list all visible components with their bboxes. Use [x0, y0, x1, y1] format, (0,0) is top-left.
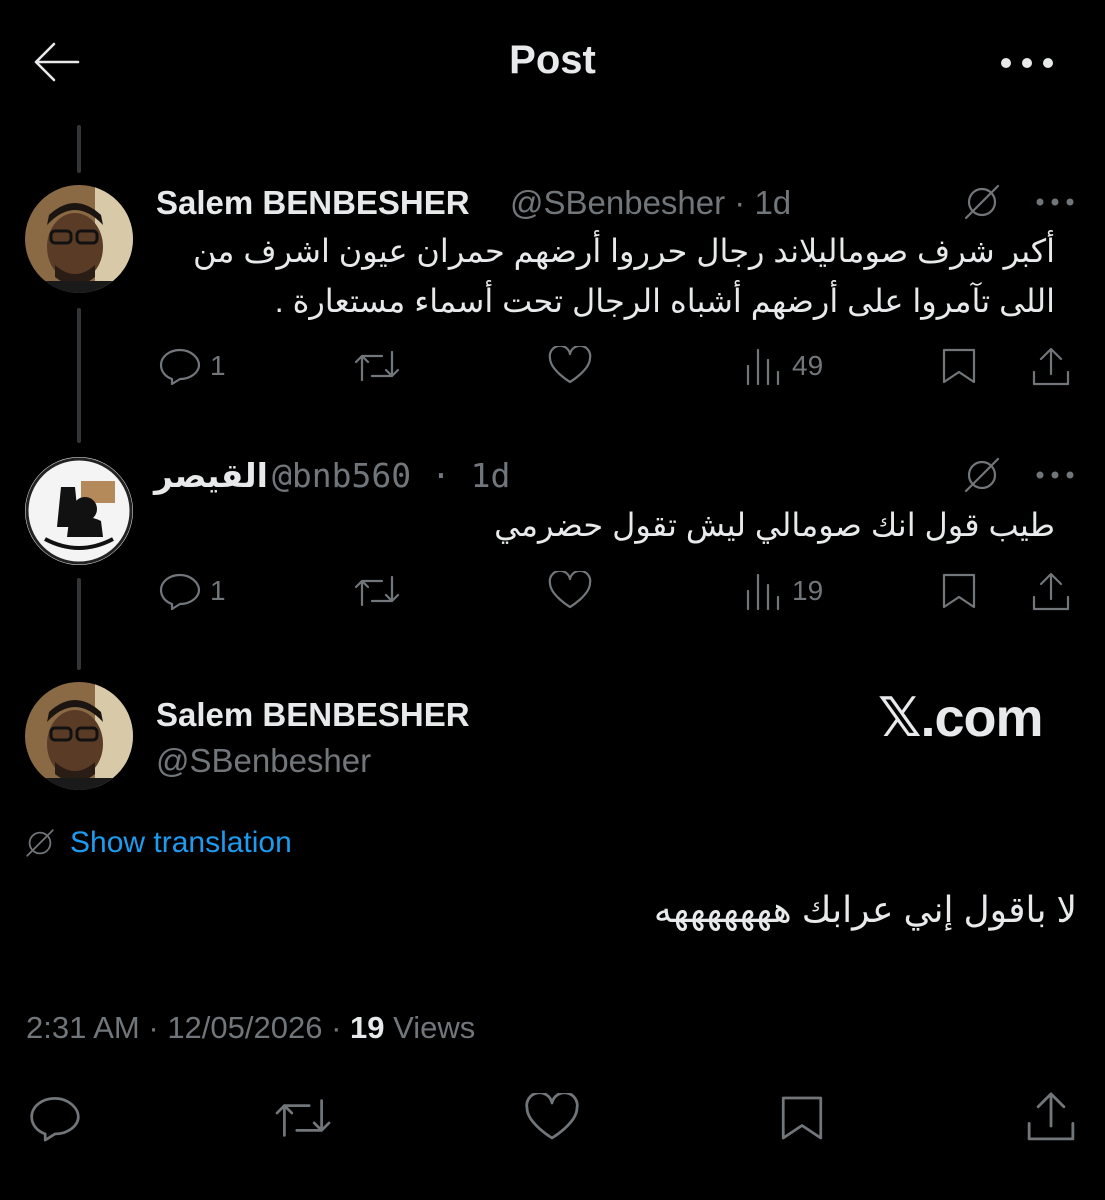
bookmark-icon [942, 348, 976, 384]
reply-icon [159, 573, 201, 611]
share-icon [1032, 347, 1070, 386]
reply-icon [159, 348, 201, 386]
reply-button[interactable]: 1 [158, 571, 226, 611]
bookmark-button[interactable] [940, 346, 978, 386]
thread-line [77, 308, 81, 443]
tweet-text-line: أكبر شرف صوماليلاند رجال حرروا أرضهم حمر… [192, 233, 1055, 269]
tweet-more-icon[interactable] [1034, 465, 1076, 485]
heart-icon [548, 571, 592, 609]
show-translation-label: Show translation [70, 826, 292, 859]
tweet-text-line: طيب قول انك صومالي ليش تقول حضرمي [494, 507, 1055, 543]
views-count: 19 [792, 575, 824, 606]
thread-line [77, 125, 81, 173]
share-button[interactable] [1024, 1090, 1078, 1144]
like-button[interactable] [546, 346, 594, 386]
avatar[interactable] [25, 185, 133, 293]
reply-count: 1 [210, 575, 226, 606]
bookmark-icon [942, 573, 976, 609]
author-handle-time[interactable]: @bnb560 · 1d [272, 456, 510, 495]
grok-icon [26, 829, 54, 857]
repost-icon [354, 350, 400, 382]
x-com-watermark: 𝕏.com [878, 688, 1044, 748]
avatar[interactable] [25, 457, 133, 565]
author-name[interactable]: Salem BENBESHER [156, 696, 470, 734]
views-label: Views [393, 1010, 476, 1045]
analytics-icon [746, 348, 780, 386]
bookmark-button[interactable] [940, 571, 978, 611]
post-date: 12/05/2026 [167, 1010, 323, 1045]
tweet-text: طيب قول انك صومالي ليش تقول حضرمي [155, 500, 1055, 550]
views-count: 49 [792, 350, 824, 381]
more-options-icon[interactable] [998, 50, 1056, 76]
heart-icon [548, 346, 592, 384]
reply-count: 1 [210, 350, 226, 381]
like-button[interactable] [546, 571, 594, 611]
reply-button[interactable]: 1 [158, 346, 226, 386]
author-handle[interactable]: @SBenbesher [156, 742, 371, 780]
views-button[interactable]: 19 [744, 571, 823, 611]
post-meta: 2:31 AM · 12/05/2026 · 19 Views [26, 1010, 476, 1045]
repost-button[interactable] [272, 1093, 334, 1143]
bookmark-button[interactable] [778, 1093, 826, 1143]
show-translation-link[interactable]: Show translation [24, 826, 292, 860]
repost-icon [275, 1099, 331, 1137]
author-handle-time[interactable]: @SBenbesher · 1d [510, 184, 791, 222]
views-count: 19 [350, 1010, 385, 1045]
repost-button[interactable] [352, 346, 402, 386]
analytics-icon [746, 573, 780, 611]
author-name[interactable]: القيصر [154, 456, 268, 495]
share-icon [1032, 572, 1070, 611]
repost-button[interactable] [352, 571, 402, 611]
like-button[interactable] [522, 1093, 582, 1143]
page-title: Post [509, 38, 596, 82]
heart-icon [525, 1093, 579, 1140]
post-time: 2:31 AM [26, 1010, 140, 1045]
repost-icon [354, 575, 400, 607]
tweet-text-line: اللى تآمروا على أرضهم أشباه الرجال تحت أ… [274, 283, 1055, 319]
thread-line [77, 578, 81, 670]
grok-icon[interactable] [962, 455, 1002, 495]
author-name[interactable]: Salem BENBESHER [156, 184, 470, 222]
views-button[interactable]: 49 [744, 346, 823, 386]
share-button[interactable] [1030, 346, 1072, 388]
avatar[interactable] [25, 682, 133, 790]
tweet-more-icon[interactable] [1034, 192, 1076, 212]
share-icon [1027, 1092, 1075, 1141]
share-button[interactable] [1030, 571, 1072, 613]
tweet-text: أكبر شرف صوماليلاند رجال حرروا أرضهم حمر… [155, 226, 1055, 326]
reply-button[interactable] [28, 1093, 82, 1143]
main-tweet-text: لا باقول إني عرابك هههههههه [653, 889, 1077, 930]
grok-icon[interactable] [962, 182, 1002, 222]
reply-icon [30, 1097, 80, 1142]
bookmark-icon [781, 1096, 823, 1140]
